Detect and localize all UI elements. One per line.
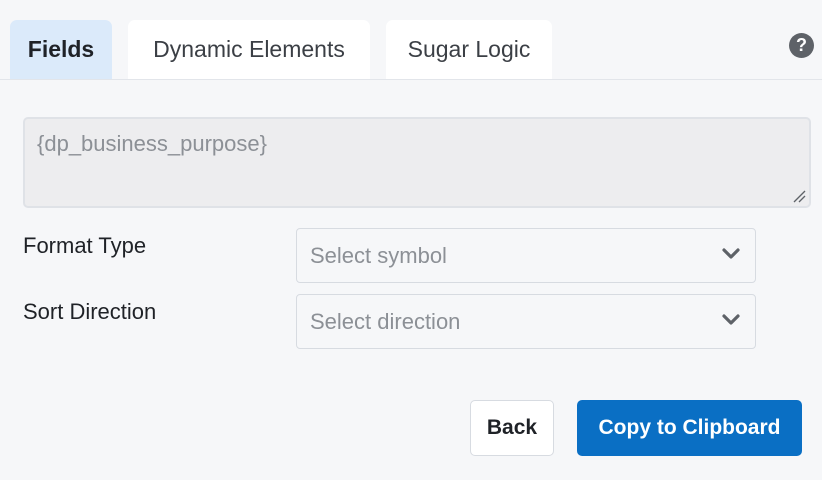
format-type-placeholder: Select symbol	[310, 242, 447, 268]
tab-bar: Fields Dynamic Elements Sugar Logic	[0, 0, 822, 80]
sort-direction-placeholder: Select direction	[310, 308, 461, 334]
format-type-select[interactable]: Select symbol	[296, 228, 756, 283]
resize-grip-icon[interactable]	[792, 189, 806, 203]
fields-panel: Fields Dynamic Elements Sugar Logic ? {d…	[0, 0, 822, 480]
help-icon[interactable]: ?	[789, 33, 814, 58]
format-type-label: Format Type	[23, 233, 147, 258]
tab-fields[interactable]: Fields	[10, 20, 112, 79]
chevron-down-icon	[722, 248, 740, 259]
field-template-textarea[interactable]: {dp_business_purpose}	[23, 117, 811, 208]
sort-direction-select[interactable]: Select direction	[296, 294, 756, 349]
tab-dynamic-elements[interactable]: Dynamic Elements	[128, 20, 370, 79]
back-button[interactable]: Back	[470, 400, 554, 456]
tab-sugar-logic[interactable]: Sugar Logic	[386, 20, 552, 79]
chevron-down-icon	[722, 314, 740, 325]
copy-to-clipboard-button[interactable]: Copy to Clipboard	[577, 400, 802, 456]
sort-direction-label: Sort Direction	[23, 299, 157, 324]
